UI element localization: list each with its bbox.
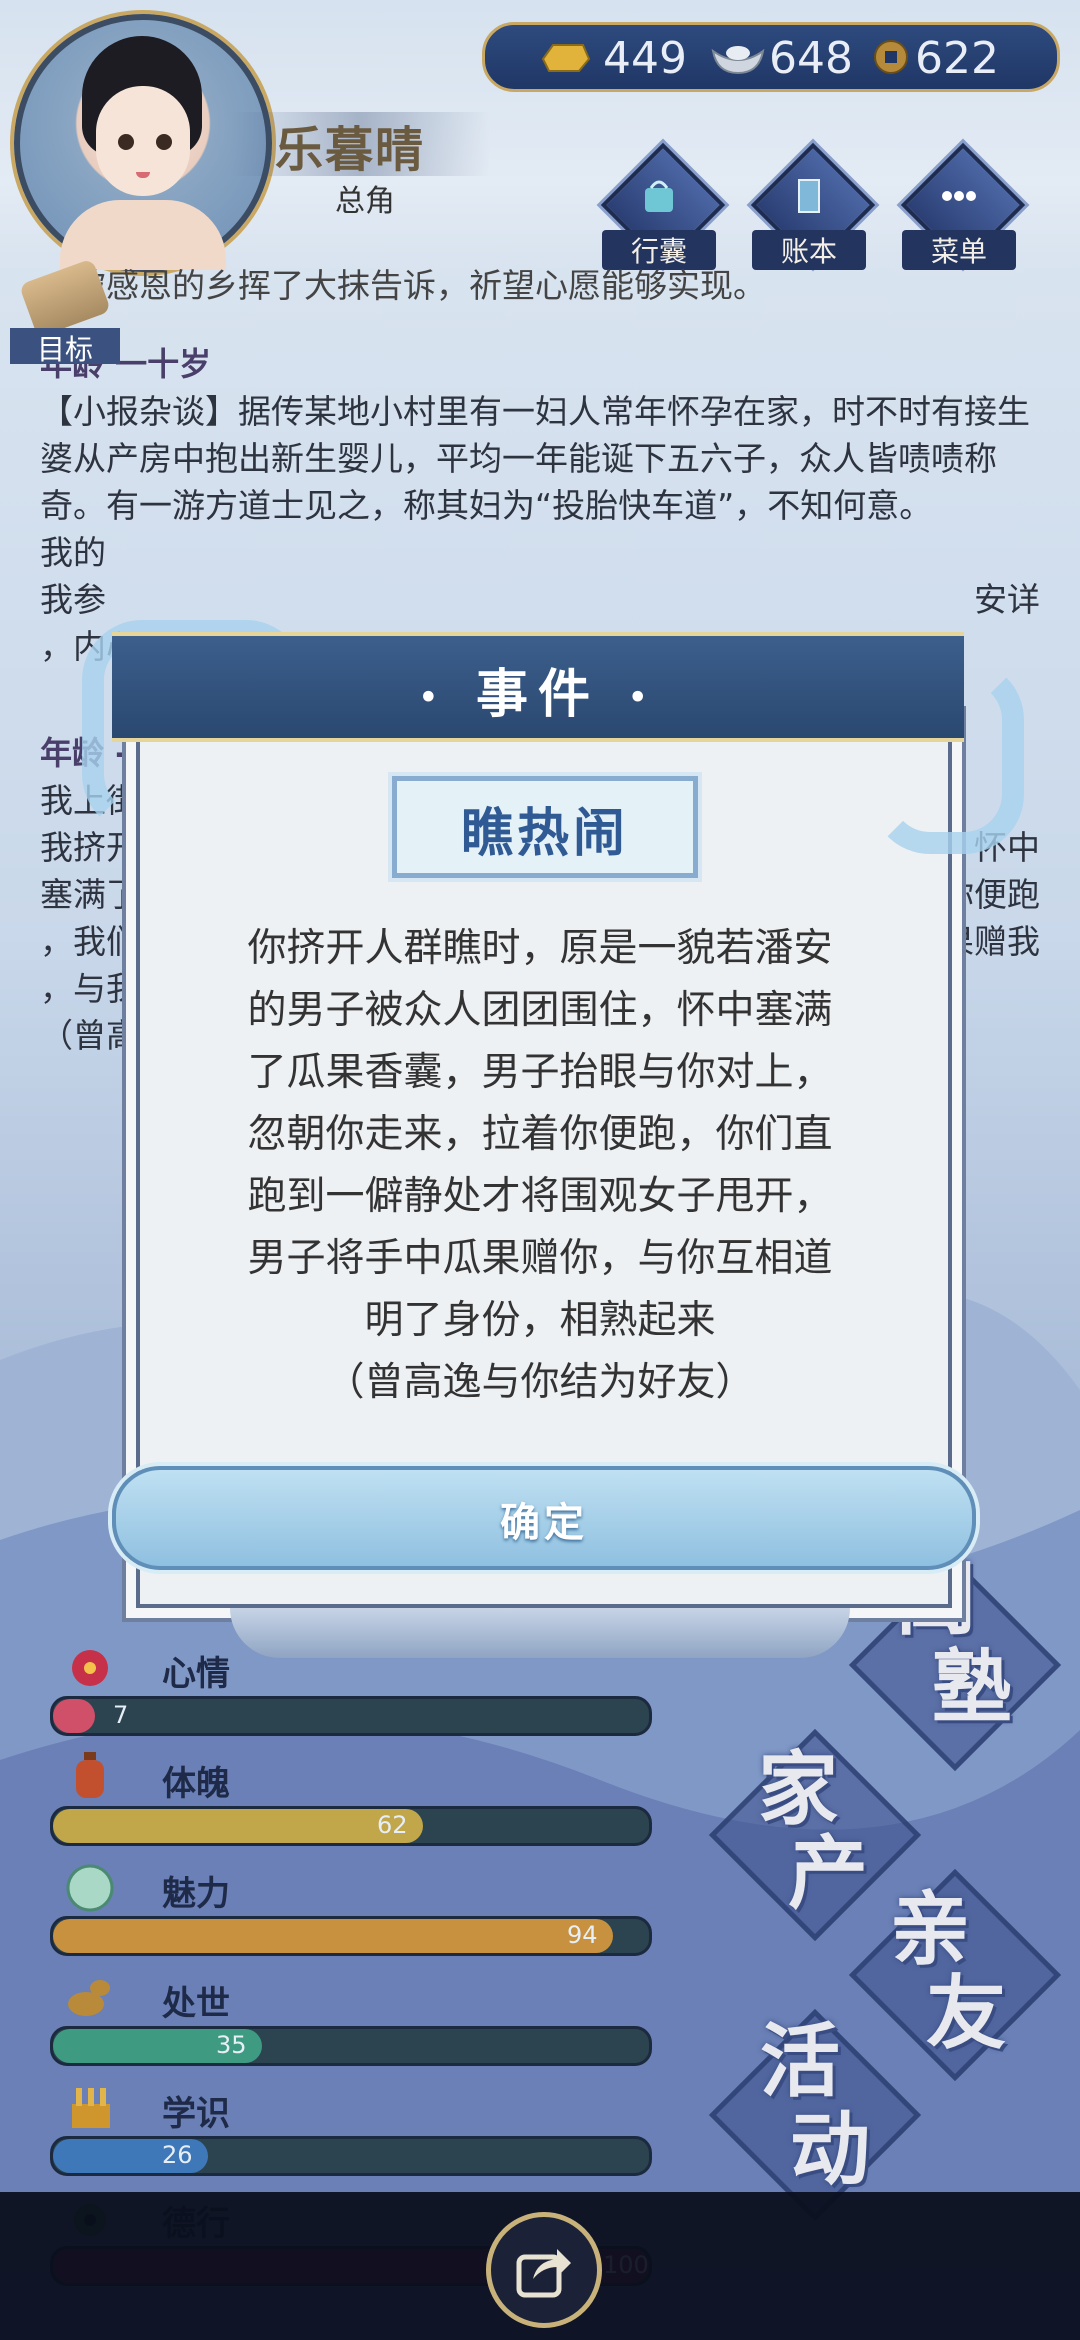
confirm-label: 确定: [500, 1500, 588, 1546]
event-name: 瞧热闹: [460, 804, 629, 864]
event-body-line: 的男子被众人团团围住，怀中塞满: [247, 988, 833, 1033]
event-body-line: 跑到一僻静处才将围观女子甩开，: [247, 1174, 833, 1219]
event-name-box: 瞧热闹: [392, 776, 698, 878]
event-body: 你挤开人群瞧时，原是一貌若潘安 的男子被众人团团围住，怀中塞满 了瓜果香囊，男子…: [200, 918, 880, 1414]
event-body-line: 你挤开人群瞧时，原是一貌若潘安: [247, 926, 833, 971]
title-dot-left: •: [418, 680, 448, 716]
modal-foot-ornament: [230, 1608, 850, 1658]
modal-title-text: 事件: [475, 665, 600, 725]
event-body-line: 男子将手中瓜果赠你，与你互相道: [247, 1236, 833, 1281]
confirm-button[interactable]: 确定: [112, 1466, 976, 1570]
event-body-line: 了瓜果香囊，男子抬眼与你对上，: [247, 1050, 833, 1095]
event-body-line: 忽朝你走来，拉着你便跑，你们直: [247, 1112, 833, 1157]
event-body-line: （曾高逸与你结为好友）: [325, 1360, 755, 1405]
event-body-line: 明了身份，相熟起来: [364, 1298, 716, 1343]
modal-header: • 事件 •: [112, 632, 964, 742]
modal-title: • 事件 •: [112, 652, 964, 727]
title-dot-right: •: [628, 680, 658, 716]
